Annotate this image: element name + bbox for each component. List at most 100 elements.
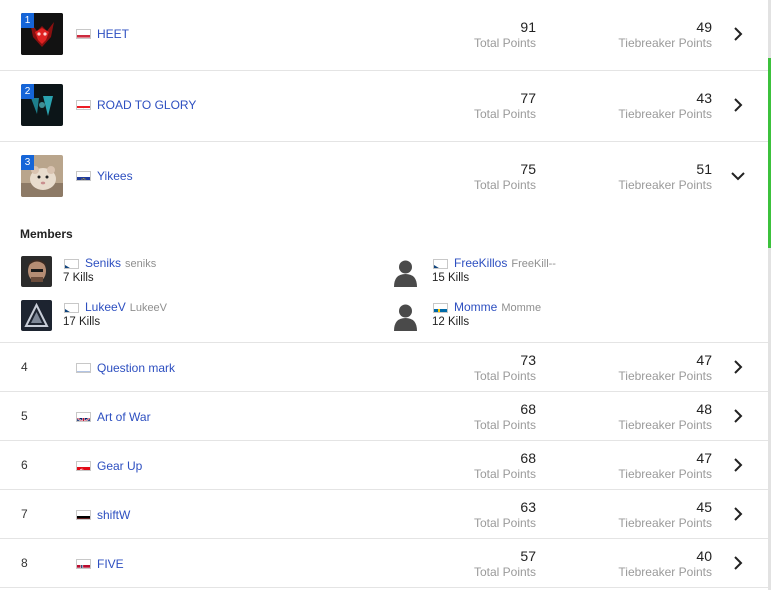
member-item: LukeeV LukeeV 17 Kills [21, 300, 381, 332]
tiebreaker-points-value: 47 [696, 450, 712, 466]
team-row[interactable]: 6 Gear Up 68 Total Points 47 Tiebreaker … [0, 441, 768, 490]
chevron-down-icon[interactable] [730, 168, 746, 184]
member-name-link[interactable]: Momme Momme [454, 300, 541, 314]
tiebreaker-points-label: Tiebreaker Points [618, 565, 712, 579]
member-handle: Momme [501, 302, 542, 314]
rank-badge: 3 [21, 155, 34, 170]
team-name-link[interactable]: Art of War [97, 410, 151, 424]
tiebreaker-points-value: 51 [696, 161, 712, 177]
chevron-right-icon[interactable] [730, 26, 746, 42]
flag-germany-icon [76, 510, 91, 520]
total-points: 68 Total Points [446, 401, 536, 433]
tiebreaker-points: 40 Tiebreaker Points [602, 548, 712, 580]
tiebreaker-points-label: Tiebreaker Points [618, 36, 712, 50]
tiebreaker-points: 47 Tiebreaker Points [602, 352, 712, 384]
tiebreaker-points-label: Tiebreaker Points [618, 369, 712, 383]
team-name-link[interactable]: ROAD TO GLORY [97, 98, 196, 112]
tiebreaker-points: 45 Tiebreaker Points [602, 499, 712, 531]
flag-sweden-icon [433, 303, 448, 313]
team-row[interactable]: 4 Question mark 73 Total Points 47 Tiebr… [0, 343, 768, 392]
total-points-value: 57 [520, 548, 536, 564]
total-points: 63 Total Points [446, 499, 536, 531]
total-points-value: 73 [520, 352, 536, 368]
team-name-link[interactable]: Question mark [97, 361, 175, 375]
total-points-label: Total Points [473, 178, 536, 192]
rank-number: 7 [21, 507, 28, 521]
flag-united-kingdom-icon [76, 412, 91, 422]
tiebreaker-points: 48 Tiebreaker Points [602, 401, 712, 433]
team-name-link[interactable]: shiftW [97, 508, 130, 522]
member-avatar[interactable] [21, 256, 52, 287]
chevron-right-icon[interactable] [730, 408, 746, 424]
flag-czech-republic-icon [64, 259, 79, 269]
flag-turkey-icon [76, 461, 91, 471]
total-points-label: Total Points [473, 418, 536, 432]
tiebreaker-points: 43 Tiebreaker Points [602, 90, 712, 122]
member-handle: LukeeV [129, 302, 168, 314]
team-name-link[interactable]: HEET [97, 27, 129, 41]
member-avatar[interactable] [21, 300, 52, 331]
total-points-label: Total Points [473, 107, 536, 121]
tiebreaker-points-value: 49 [696, 19, 712, 35]
tiebreaker-points-label: Tiebreaker Points [618, 178, 712, 192]
team-row[interactable]: 7 shiftW 63 Total Points 45 Tiebreaker P… [0, 490, 768, 539]
flag-russia-icon [76, 363, 91, 373]
total-points: 68 Total Points [446, 450, 536, 482]
team-row[interactable]: 1 HEET 91 Total Points 49 Tiebreaker Poi… [0, 0, 768, 71]
total-points: 73 Total Points [446, 352, 536, 384]
total-points: 75 Total Points [446, 161, 536, 193]
user-silhouette-icon[interactable] [390, 300, 421, 331]
chevron-right-icon[interactable] [730, 506, 746, 522]
total-points-value: 68 [520, 450, 536, 466]
member-name[interactable]: Seniks [85, 256, 121, 270]
flag-lebanon-icon [76, 100, 91, 110]
member-handle: seniks [125, 258, 157, 270]
team-row[interactable]: 8 FIVE 57 Total Points 40 Tiebreaker Poi… [0, 539, 768, 588]
tiebreaker-points-label: Tiebreaker Points [618, 418, 712, 432]
chevron-right-icon[interactable] [730, 97, 746, 113]
total-points-value: 75 [520, 161, 536, 177]
team-name-link[interactable]: Gear Up [97, 459, 142, 473]
user-silhouette-icon[interactable] [390, 256, 421, 287]
team-row[interactable]: 5 Art of War 68 Total Points 48 Tiebreak… [0, 392, 768, 441]
total-points-value: 91 [520, 19, 536, 35]
total-points: 77 Total Points [446, 90, 536, 122]
total-points-value: 77 [520, 90, 536, 106]
total-points-label: Total Points [473, 516, 536, 530]
flag-czech-republic-icon [433, 259, 448, 269]
rank-badge: 1 [21, 13, 34, 28]
team-avatar: 3 [21, 155, 63, 197]
team-row[interactable]: 2 ROAD TO GLORY 77 Total Points 43 Tiebr… [0, 71, 768, 142]
member-item: Momme Momme 12 Kills [390, 300, 750, 332]
total-points: 91 Total Points [446, 19, 536, 51]
member-name-link[interactable]: FreeKillos FreeKill-- [454, 256, 556, 270]
team-name-link[interactable]: FIVE [97, 557, 124, 571]
member-name-link[interactable]: LukeeV LukeeV [85, 300, 167, 314]
member-name[interactable]: Momme [454, 300, 497, 314]
chevron-right-icon[interactable] [730, 359, 746, 375]
team-avatar: 1 [21, 13, 63, 55]
member-name-link[interactable]: Seniks seniks [85, 256, 156, 270]
total-points: 57 Total Points [446, 548, 536, 580]
team-avatar: 2 [21, 84, 63, 126]
chevron-right-icon[interactable] [730, 555, 746, 571]
tiebreaker-points: 51 Tiebreaker Points [602, 161, 712, 193]
team-name-link[interactable]: Yikees [97, 169, 133, 183]
flag-hungary-icon [76, 29, 91, 39]
member-handle: FreeKill-- [511, 258, 556, 270]
tiebreaker-points-value: 47 [696, 352, 712, 368]
total-points-label: Total Points [473, 36, 536, 50]
tiebreaker-points-value: 43 [696, 90, 712, 106]
members-title: Members [20, 227, 73, 241]
member-name[interactable]: FreeKillos [454, 256, 507, 270]
tiebreaker-points: 49 Tiebreaker Points [602, 19, 712, 51]
member-kills: 15 Kills [432, 272, 470, 284]
chevron-right-icon[interactable] [730, 457, 746, 473]
member-kills: 17 Kills [63, 316, 101, 328]
total-points-value: 63 [520, 499, 536, 515]
rank-badge: 2 [21, 84, 34, 99]
tiebreaker-points-label: Tiebreaker Points [618, 516, 712, 530]
tiebreaker-points-label: Tiebreaker Points [618, 107, 712, 121]
tiebreaker-points-label: Tiebreaker Points [618, 467, 712, 481]
member-name[interactable]: LukeeV [85, 300, 126, 314]
